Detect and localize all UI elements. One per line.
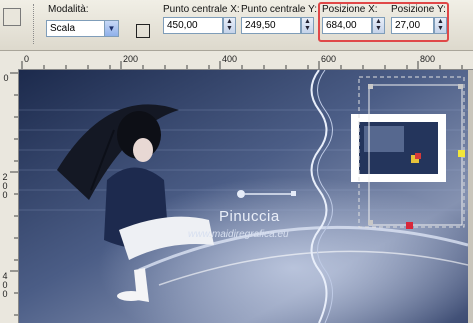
- transform-icon[interactable]: [136, 24, 150, 38]
- watermark-name: Pinuccia: [219, 208, 280, 225]
- ruler-h-label: 0: [24, 54, 30, 64]
- ruler-v-label: 0: [3, 73, 9, 83]
- canvas-artwork: [19, 70, 468, 323]
- pos-x-input[interactable]: 684,00: [322, 17, 372, 34]
- pos-y-spinner[interactable]: ▲ ▼: [434, 17, 447, 34]
- pos-y-label: Posizione Y:: [391, 4, 446, 15]
- center-x-input[interactable]: 450,00: [163, 17, 223, 34]
- center-y-spinner[interactable]: ▲ ▼: [301, 17, 314, 34]
- vertical-scrollbar[interactable]: [468, 70, 473, 323]
- ruler-v-label: 200: [2, 172, 8, 200]
- chevron-down-icon[interactable]: ▼: [104, 20, 119, 37]
- center-x-spinner[interactable]: ▲ ▼: [223, 17, 236, 34]
- mode-label: Modalità:: [48, 4, 89, 15]
- image-canvas[interactable]: Pinuccia www.maidiregrafica.eu: [19, 70, 468, 323]
- pos-x-label: Posizione X:: [322, 4, 378, 15]
- center-x-label: Punto centrale X:: [163, 4, 240, 15]
- ruler-h-label: 800: [420, 54, 436, 64]
- center-y-label: Punto centrale Y:: [241, 4, 317, 15]
- tool-options-bar: Modalità: Scala ▼ Punto centrale X: 450,…: [0, 0, 473, 51]
- ruler-h-label: 600: [321, 54, 337, 64]
- watermark-url: www.maidiregrafica.eu: [188, 229, 289, 240]
- mode-select[interactable]: Scala: [46, 20, 106, 37]
- ruler-h-label: 200: [123, 54, 139, 64]
- vertical-ruler: 0 200 400: [0, 69, 19, 323]
- toolbar-grip[interactable]: [33, 4, 37, 44]
- center-y-input[interactable]: 249,50: [241, 17, 301, 34]
- ruler-v-label: 400: [2, 271, 8, 299]
- ruler-h-label: 400: [222, 54, 238, 64]
- pos-y-input[interactable]: 27,00: [391, 17, 434, 34]
- tool-preset-icon[interactable]: [3, 8, 21, 26]
- horizontal-ruler: 0 200 400 600 800: [0, 51, 473, 70]
- pos-x-spinner[interactable]: ▲ ▼: [372, 17, 385, 34]
